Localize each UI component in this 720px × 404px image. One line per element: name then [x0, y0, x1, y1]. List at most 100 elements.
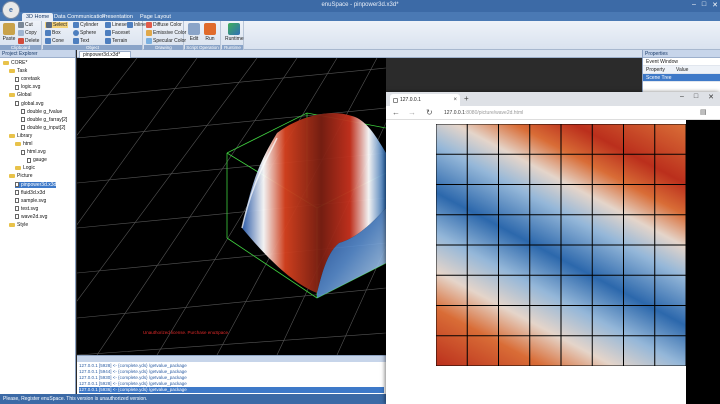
tree-file[interactable]: fluid3d.x3d: [15, 190, 45, 196]
event-window-dropdown[interactable]: Event Window: [643, 58, 720, 66]
file-icon: [27, 157, 31, 163]
folder-icon: [9, 69, 15, 74]
folder-icon: [9, 133, 15, 138]
edit-button[interactable]: Edit: [187, 23, 201, 45]
browser-maximize-button[interactable]: □: [694, 93, 698, 101]
paste-button[interactable]: Paste: [2, 23, 16, 45]
tree-item-label: logic.svg: [21, 84, 41, 91]
browser-tab-title: 127.0.0.1: [400, 97, 421, 103]
tab-page-layout[interactable]: Page Layout: [136, 13, 175, 21]
tab-3d-home[interactable]: 3D Home: [22, 13, 54, 21]
edit-icon: [188, 23, 200, 35]
tree-folder[interactable]: CORE*: [3, 60, 27, 66]
tree-file[interactable]: coretask: [15, 76, 40, 82]
cone-button[interactable]: Cone: [45, 38, 64, 44]
tree-file[interactable]: test.svg: [15, 206, 38, 212]
run-button[interactable]: Run: [203, 23, 217, 45]
tree-file[interactable]: html.svg: [21, 149, 46, 155]
maximize-button[interactable]: □: [702, 1, 706, 9]
cut-button[interactable]: Cut: [18, 22, 33, 28]
delete-button[interactable]: Delete: [18, 38, 39, 44]
license-watermark: Unauthorized license. Purchase enuSpace.: [143, 330, 230, 335]
wave2d-plot[interactable]: [436, 124, 686, 366]
browser-minimize-button[interactable]: –: [680, 93, 684, 101]
tree-file[interactable]: gauge: [27, 157, 47, 163]
event-window-label: Event Window: [646, 59, 678, 65]
cone-label: Cone: [52, 38, 64, 44]
tab-pinpower3d[interactable]: pinpower3d.x3d*: [79, 51, 132, 58]
tree-file[interactable]: double g_fvalue: [21, 109, 62, 115]
output-line-selected[interactable]: 127.0.0.1 [5936] <- {complete.yds} /getv…: [79, 387, 384, 393]
tree-file[interactable]: wave2d.svg: [15, 214, 47, 220]
tree-item-label: Global: [17, 92, 32, 99]
clipboard-group: Paste Cut Copy Delete Clipboard: [0, 21, 42, 50]
tree-item-label: Style: [17, 222, 29, 228]
tree-file[interactable]: sample.svg: [15, 198, 46, 204]
tree-file[interactable]: logic.svg: [15, 84, 40, 90]
file-icon: [15, 214, 19, 220]
tree-folder[interactable]: Picture: [9, 173, 33, 179]
tree-folder[interactable]: Task: [9, 68, 27, 74]
box-button[interactable]: Box: [45, 30, 61, 36]
copy-button[interactable]: Copy: [18, 30, 37, 36]
tree-file[interactable]: pinpower3d.x3d: [15, 181, 57, 188]
tab-presentation[interactable]: Presentation: [98, 13, 137, 21]
terrain-button[interactable]: Terrain: [105, 38, 127, 44]
lineset-button[interactable]: Lineset: [105, 22, 128, 28]
property-column-header: Property: [646, 67, 665, 73]
text-button[interactable]: Text: [73, 38, 89, 44]
file-icon: [21, 125, 25, 131]
tree-item-label: double g_fvalue: [27, 108, 63, 115]
reload-icon[interactable]: ↻: [426, 108, 433, 118]
address-bar[interactable]: 127.0.0.1:8080/picture/wave2d.html: [444, 108, 684, 118]
tree-file[interactable]: double g_input[2]: [21, 125, 65, 131]
cylinder-button[interactable]: Cylinder: [73, 22, 98, 28]
minimize-button[interactable]: –: [692, 1, 696, 9]
3d-scene: [77, 58, 386, 355]
text-label: Text: [80, 38, 90, 44]
emissive-color-button[interactable]: Emissive Color: [146, 30, 186, 36]
reading-view-icon[interactable]: ▤: [700, 108, 707, 118]
tree-folder[interactable]: Style: [9, 222, 28, 228]
diffuse-color-button[interactable]: Diffuse Color: [146, 22, 182, 28]
text-icon: [73, 38, 79, 44]
tree-folder[interactable]: Global: [9, 92, 31, 98]
select-label: Select: [53, 22, 67, 28]
sphere-button[interactable]: Sphere: [73, 30, 96, 36]
browser-close-button[interactable]: ✕: [708, 93, 714, 101]
faceset-icon: [105, 30, 111, 36]
back-icon[interactable]: ←: [392, 108, 400, 118]
file-icon: [15, 190, 19, 196]
tree-folder[interactable]: html: [15, 141, 32, 147]
tree-folder[interactable]: Library: [9, 133, 32, 139]
select-button[interactable]: Select: [45, 22, 68, 28]
folder-icon: [9, 223, 15, 227]
tree-file[interactable]: double g_farray[2]: [21, 117, 67, 123]
tree-item-label: html: [23, 141, 33, 147]
scene-tree-row[interactable]: Scene Tree: [643, 74, 720, 82]
status-text: Please, Register enuSpace. This version …: [3, 396, 148, 402]
runtime-group: Runtime Runtime: [222, 21, 244, 50]
new-tab-button[interactable]: +: [464, 94, 469, 104]
tree-item-label: gauge: [33, 157, 47, 164]
close-button[interactable]: ✕: [712, 1, 718, 9]
forward-icon[interactable]: →: [408, 108, 416, 118]
3d-viewport[interactable]: Unauthorized license. Purchase enuSpace.: [77, 58, 386, 355]
app-menu-icon[interactable]: e: [2, 1, 20, 19]
box-icon: [45, 30, 51, 36]
browser-tab[interactable]: 127.0.0.1 ×: [390, 94, 460, 106]
runtime-button[interactable]: Runtime: [225, 23, 244, 45]
page-background-strip: [686, 120, 720, 404]
close-tab-icon[interactable]: ×: [453, 94, 457, 106]
specular-color-button[interactable]: Specular Color: [146, 38, 186, 44]
tree-item-label: double g_farray[2]: [27, 116, 68, 123]
lineset-icon: [105, 22, 111, 28]
box-label: Box: [52, 30, 61, 36]
tree-file[interactable]: global.svg: [15, 101, 44, 107]
file-icon: [15, 198, 19, 204]
paste-label: Paste: [2, 36, 16, 42]
tree-folder[interactable]: Logic: [15, 165, 35, 171]
diffuse-color-icon: [146, 22, 152, 28]
faceset-button[interactable]: Faceset: [105, 30, 130, 36]
window-controls: – □ ✕: [692, 1, 718, 9]
